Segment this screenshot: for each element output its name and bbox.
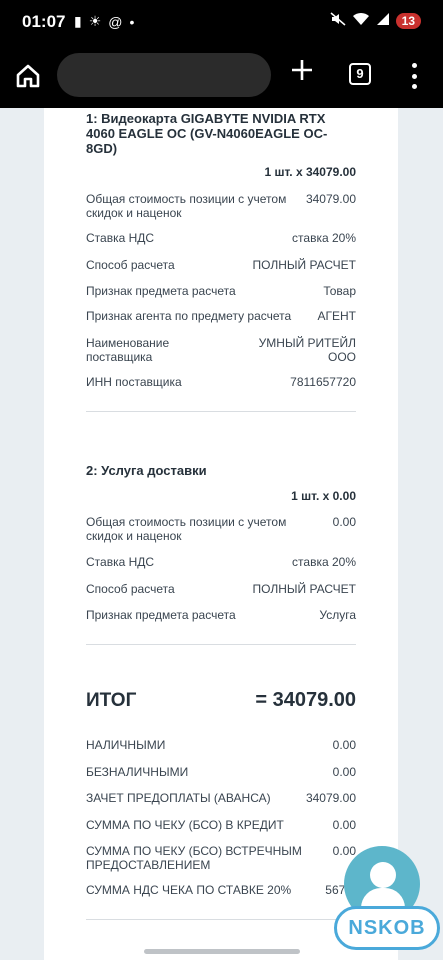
home-icon: [16, 64, 40, 88]
battery-level: 13: [395, 12, 421, 29]
item-title: 2: Услуга доставки: [86, 463, 207, 478]
at-icon: @: [108, 13, 123, 30]
status-right-icons: 13: [330, 12, 421, 29]
row-label: Признак предмета расчета: [86, 608, 236, 622]
row-value: 0.00: [332, 515, 356, 529]
status-bar: 01:07 ▮ ☀ @ • 13: [0, 0, 443, 44]
row-value: Услуга: [319, 608, 356, 622]
summary-value: 0.00: [332, 844, 356, 858]
status-left-icons: ▮ ☀ @ •: [74, 13, 134, 30]
divider: [86, 919, 356, 920]
plus-icon: [292, 60, 312, 80]
row-label: Признак предмета расчета: [86, 284, 236, 298]
summary-label: БЕЗНАЛИЧНЫМИ: [86, 765, 189, 779]
total-value: = 34079.00: [255, 689, 356, 711]
row-value: 34079.00: [305, 192, 356, 206]
new-tab-button[interactable]: [289, 57, 315, 83]
summary-label: НАЛИЧНЫМИ: [86, 738, 166, 752]
divider: [86, 644, 356, 645]
mute-icon: [330, 12, 346, 29]
signal-icon: [376, 12, 390, 29]
row-label: Способ расчета: [86, 582, 175, 596]
watermark-logo: NSKOB: [334, 906, 440, 950]
browser-toolbar: 9: [0, 44, 443, 108]
item-quantity: 1 шт. x 0.00: [291, 489, 356, 503]
more-vert-icon[interactable]: [408, 63, 420, 89]
dot-icon: •: [129, 13, 135, 30]
item-quantity: 1 шт. x 34079.00: [264, 165, 356, 179]
summary-label: СУММА НДС ЧЕКА ПО СТАВКЕ 20%: [86, 883, 292, 897]
row-label: Способ расчета: [86, 258, 175, 272]
row-label: Общая стоимость позиции с учетом скидок …: [86, 515, 287, 543]
item-title: 1: Видеокарта GIGABYTE NVIDIA RTX 4060 E…: [86, 111, 328, 156]
status-time: 01:07: [22, 12, 66, 31]
row-value: ставка 20%: [292, 231, 356, 245]
row-label: ИНН поставщика: [86, 375, 182, 389]
item-row: Наименование поставщика УМНЫЙ РИТЕЙЛ ООО: [86, 336, 356, 364]
row-value: Товар: [323, 284, 356, 298]
item-row: Общая стоимость позиции с учетом скидок …: [86, 192, 356, 220]
wifi-icon: [352, 12, 370, 29]
row-value: УМНЫЙ РИТЕЙЛ ООО: [258, 336, 356, 364]
battery-saver-icon: ▮: [74, 13, 82, 29]
summary-value: 0.00: [332, 738, 356, 752]
brightness-icon: ☀: [88, 13, 102, 29]
summary-label: ЗАЧЕТ ПРЕДОПЛАТЫ (АВАНСА): [86, 791, 271, 805]
item-row: Общая стоимость позиции с учетом скидок …: [86, 515, 356, 543]
row-value: ПОЛНЫЙ РАСЧЕТ: [252, 582, 357, 596]
row-label: Признак агента по предмету расчета: [86, 309, 292, 323]
total-label: ИТОГ: [86, 690, 137, 711]
row-value: 7811657720: [290, 375, 356, 389]
row-label: Общая стоимость позиции с учетом скидок …: [86, 192, 287, 220]
summary-value: 0.00: [332, 765, 356, 779]
gesture-bar[interactable]: [144, 949, 300, 954]
row-value: ставка 20%: [292, 555, 356, 569]
row-value: ПОЛНЫЙ РАСЧЕТ: [252, 258, 357, 272]
row-label: Ставка НДС: [86, 231, 155, 245]
address-bar[interactable]: [57, 53, 271, 97]
summary-value: 34079.00: [305, 791, 356, 805]
summary-label: СУММА ПО ЧЕКУ (БСО) ВСТРЕЧНЫМ ПРЕДОСТАВЛ…: [86, 844, 302, 872]
summary-row: СУММА ПО ЧЕКУ (БСО) ВСТРЕЧНЫМ ПРЕДОСТАВЛ…: [86, 844, 356, 872]
home-button[interactable]: [14, 62, 42, 90]
divider: [86, 411, 356, 412]
summary-value: 0.00: [332, 818, 356, 832]
row-value: АГЕНТ: [317, 309, 356, 323]
summary-label: СУММА ПО ЧЕКУ (БСО) В КРЕДИТ: [86, 818, 284, 832]
row-label: Наименование поставщика: [86, 336, 170, 364]
row-label: Ставка НДС: [86, 555, 155, 569]
tabs-button[interactable]: 9: [349, 63, 371, 85]
